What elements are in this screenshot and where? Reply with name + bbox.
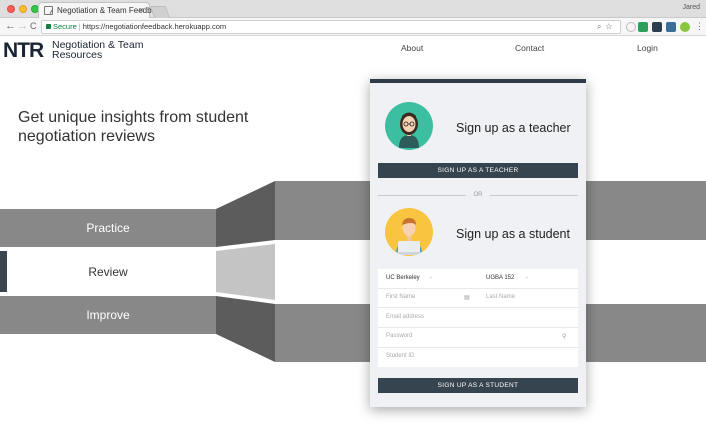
first-name-field[interactable]: First Name [378, 288, 478, 307]
course-select-value: UGBA 152 [486, 275, 515, 281]
student-id-field[interactable]: Student ID [378, 347, 578, 366]
course-select[interactable]: UGBA 152 [478, 269, 578, 288]
funnel-review: Review [0, 251, 216, 292]
signup-teacher-button[interactable]: SIGN UP AS A TEACHER [378, 163, 578, 178]
funnel-improve: Improve [0, 296, 216, 334]
signup-student-button[interactable]: SIGN UP AS A STUDENT [378, 378, 578, 393]
funnel-improve-label: Improve [86, 308, 130, 322]
or-line-right [490, 195, 578, 196]
email-field[interactable]: Email address [378, 308, 578, 327]
funnel-connector-bottom [216, 296, 275, 362]
password-key-icon[interactable]: ⚲ [562, 333, 566, 340]
review-indicator [0, 251, 7, 292]
student-avatar [385, 208, 433, 256]
funnel-connector-middle [216, 244, 275, 300]
password-field[interactable]: Password [378, 327, 578, 346]
funnel-review-label: Review [88, 264, 128, 279]
teacher-avatar-icon [399, 112, 419, 148]
funnel-practice-label: Practice [86, 221, 130, 235]
signup-card: Sign up as a teacher SIGN UP AS A TEACHE… [370, 79, 586, 407]
funnel-practice: Practice [0, 209, 216, 247]
contact-card-icon: ▤ [464, 295, 470, 301]
school-select-value: UC Berkeley [386, 275, 420, 281]
teacher-title: Sign up as a teacher [456, 121, 571, 135]
or-divider: OR [378, 191, 578, 199]
last-name-field[interactable]: Last Name [478, 288, 578, 307]
student-title: Sign up as a student [456, 227, 570, 241]
student-signup-form: UC Berkeley - UGBA 152 - First Name ▤ La… [378, 269, 578, 367]
school-select-dash: - [430, 275, 432, 281]
teacher-avatar [385, 102, 433, 150]
student-avatar-icon [395, 218, 423, 255]
course-select-dash: - [526, 275, 528, 281]
school-select[interactable]: UC Berkeley [378, 269, 478, 288]
funnel-connector-top [216, 181, 275, 247]
